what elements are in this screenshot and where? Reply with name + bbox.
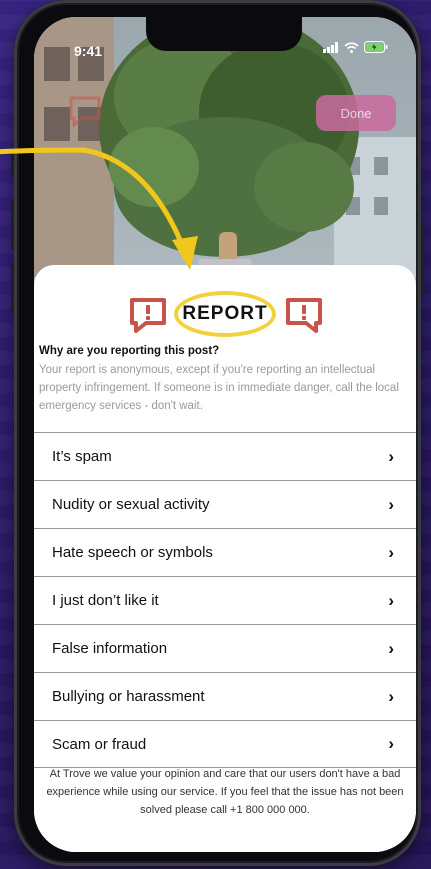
wifi-icon [344,41,359,53]
option-spam[interactable]: It’s spam › [34,433,416,481]
chevron-right-icon: › [388,542,394,562]
option-label: Nudity or sexual activity [52,496,210,513]
status-icons [323,41,388,53]
option-label: Bullying or harassment [52,688,205,705]
option-dont-like[interactable]: I just don’t like it › [34,577,416,625]
report-header: REPORT [34,291,416,337]
report-footer-note: At Trove we value your opinion and care … [46,768,404,816]
report-sheet: REPORT Why are you reporting this post? … [34,259,416,852]
phone-screen: 9:41 Done REPORT Why are you reporting t… [34,17,416,852]
done-button[interactable]: Done [316,95,396,131]
chevron-right-icon: › [388,734,394,753]
option-label: Scam or fraud [52,735,147,753]
battery-icon [364,41,388,53]
option-label: I just don’t like it [52,592,159,609]
phone-mute-button [11,150,14,176]
notch [146,17,302,51]
chevron-right-icon: › [388,590,394,610]
option-nudity[interactable]: Nudity or sexual activity › [34,481,416,529]
report-bubble-icon [69,96,101,127]
option-false-information[interactable]: False information › [34,625,416,673]
report-description: Your report is anonymous, except if you'… [39,364,399,412]
phone-power-button [421,220,424,294]
chevron-right-icon: › [388,494,394,514]
report-button[interactable] [68,95,102,132]
status-time: 9:41 [74,43,103,59]
chevron-right-icon: › [388,638,394,658]
phone-volume-up-button [11,200,14,250]
option-hate-speech[interactable]: Hate speech or symbols › [34,529,416,577]
sheet-grabber[interactable] [198,259,252,265]
chevron-right-icon: › [388,686,394,706]
report-bubble-icon [286,298,322,333]
chevron-right-icon: › [388,446,394,466]
option-label: Hate speech or symbols [52,544,213,561]
phone-volume-down-button [11,262,14,312]
signal-icon [323,41,338,53]
report-question: Why are you reporting this post? [39,345,220,357]
page-title: REPORT [182,303,268,324]
report-options-list: It’s spam › Nudity or sexual activity › … [34,432,416,768]
option-bullying[interactable]: Bullying or harassment › [34,673,416,721]
option-label: It’s spam [52,448,112,465]
option-label: False information [52,640,168,657]
option-scam[interactable]: Scam or fraud › [34,721,416,768]
